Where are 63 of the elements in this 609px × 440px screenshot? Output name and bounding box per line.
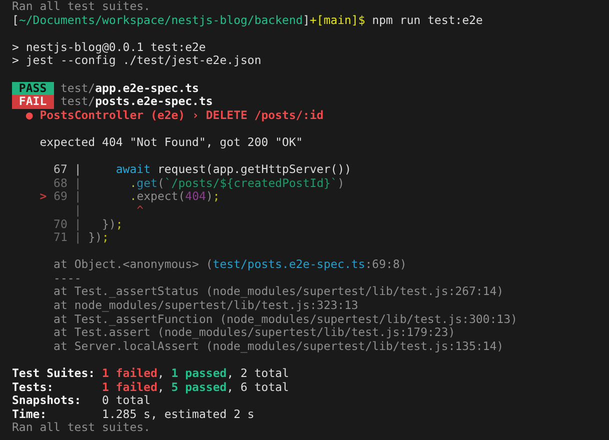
passed-count: 1 passed — [171, 367, 227, 381]
failed-count: 1 failed — [102, 367, 158, 381]
code-text: `/posts/${createdPostId}` — [164, 176, 338, 190]
terminal-text: at Object.<anonymous> ( — [54, 258, 213, 272]
terminal-text: ) — [337, 176, 344, 190]
error-caret: ^ — [136, 204, 144, 218]
terminal-text: , 2 total — [226, 367, 289, 381]
terminal-text: , — [157, 380, 164, 394]
git-branch: +[main]$ — [310, 14, 366, 28]
code-text: 404 — [185, 190, 206, 204]
line-number: 68 | — [54, 176, 82, 190]
terminal-text: ---- — [54, 272, 82, 286]
terminal-text: [ — [12, 14, 19, 28]
summary-label: Test Suites: — [12, 367, 96, 381]
line-number: 71 | — [54, 231, 82, 245]
file-name: posts.e2e-spec.ts — [95, 95, 213, 109]
code-text: get — [136, 176, 158, 190]
terminal-text: ) — [206, 190, 213, 204]
terminal-text: Ran all test suites. — [12, 0, 150, 14]
terminal-text: test/ — [60, 82, 96, 96]
passed-count: 5 passed — [171, 380, 227, 394]
terminal-text: 1.285 s, estimated 2 s — [102, 408, 254, 422]
terminal-text: :69:8) — [365, 258, 407, 272]
file-name: app.e2e-spec.ts — [95, 82, 199, 96]
code-text: . — [130, 176, 137, 190]
terminal-text: 0 total — [102, 394, 150, 408]
terminal-text: ( — [157, 176, 164, 190]
terminal-text: expect( — [136, 190, 186, 204]
terminal-text: at Test._assertFunction (node_modules/supertest/lib/test.js:300:13) — [54, 312, 518, 326]
terminal-text: }) — [88, 231, 102, 245]
summary-label: Time: — [12, 408, 47, 422]
terminal-text: > jest --config ./test/jest-e2e.json — [12, 54, 262, 68]
terminal-text: }) — [102, 218, 116, 232]
prompt-path: ~/Documents/workspace/nestjs-blog/backend — [18, 14, 303, 28]
error-marker: > — [40, 190, 47, 204]
code-text: await — [116, 163, 150, 177]
terminal-text: , 6 total — [226, 380, 289, 394]
terminal-text: expected 404 "Not Found", got 200 "OK" — [40, 136, 303, 150]
line-number: | — [74, 204, 82, 218]
code-text: ; — [102, 231, 109, 245]
line-number: 67 | — [54, 163, 82, 177]
line-number: 69 | — [54, 190, 82, 204]
terminal-text: at Test.assert (node_modules/supertest/lib/test.js:179:23) — [54, 326, 456, 340]
terminal-text: at Server.localAssert (node_modules/supertest/lib/test.js:135:14) — [54, 340, 504, 354]
terminal-text: , — [157, 367, 164, 381]
terminal-text: ] — [302, 14, 310, 28]
code-text: . — [130, 190, 137, 204]
terminal-text: at Test._assertStatus (node_modules/supertest/lib/test.js:267:14) — [54, 285, 504, 300]
summary-label: Tests: — [12, 380, 54, 394]
fail-badge: FAIL — [12, 95, 54, 109]
terminal-text: test/ — [60, 95, 96, 109]
terminal-text: at node_modules/supertest/lib/test.js:323:13 — [54, 299, 358, 313]
failed-count: 1 failed — [102, 380, 158, 394]
code-text: ; — [116, 218, 123, 232]
line-number: 70 | — [54, 218, 82, 232]
terminal-text: Ran all test suites. — [12, 421, 150, 435]
terminal-text: request(app.getHttpServer()) — [157, 163, 352, 177]
terminal-text: npm run test:e2e — [372, 14, 483, 28]
code-text: ; — [212, 190, 220, 204]
error-title: ● PostsController (e2e) › DELETE /posts/:id — [26, 108, 324, 122]
summary-label: Snapshots: — [12, 394, 82, 408]
terminal-text: > nestjs-blog@0.0.1 test:e2e — [12, 40, 206, 54]
pass-badge: PASS — [12, 82, 54, 96]
